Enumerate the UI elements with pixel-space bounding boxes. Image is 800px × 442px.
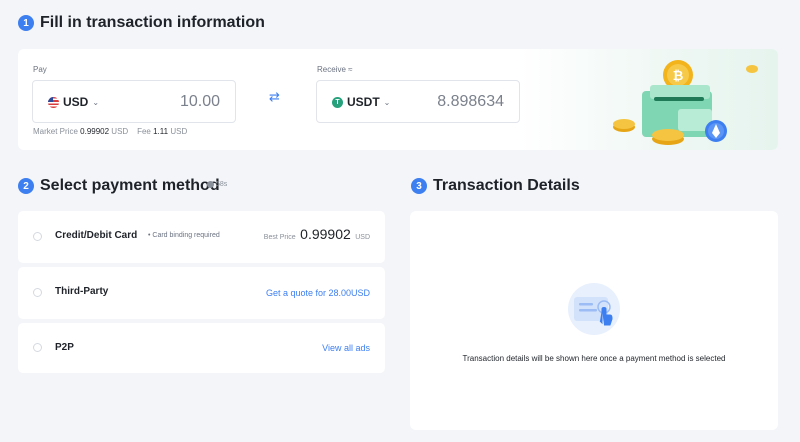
step-1-title: Fill in transaction information [40,14,265,31]
pay-amount-field[interactable]: USD ⌄ 10.00 [32,80,236,123]
usdt-icon: T [332,96,343,108]
pay-currency-code: USD [63,95,89,109]
receive-currency-selector[interactable]: T USDT ⌄ [332,95,390,109]
payment-option-card[interactable]: Credit/Debit Card • Card binding require… [18,211,385,263]
step-3-title: Transaction Details [433,177,580,194]
step-1-badge: 1 [18,15,34,31]
refresh-timer: 58s [207,181,227,188]
market-price-value: 0.99902 [80,127,110,136]
svg-text:₿: ₿ [673,69,684,84]
transaction-info-card: Pay USD ⌄ 10.00 Market Price 0.99902 USD… [18,49,778,150]
receive-amount: 8.898634 [437,93,504,110]
market-price-info: Market Price 0.99902 USD Fee 1.11 USD [33,127,188,136]
view-all-ads-link[interactable]: View all ads [322,343,370,353]
us-flag-icon [48,96,59,108]
card-radio[interactable] [33,232,42,241]
clock-icon [207,181,214,188]
tap-document-icon [568,283,620,335]
receive-currency-code: USDT [347,95,380,109]
step-3-badge: 3 [411,178,427,194]
crypto-piggybank-illustration: ₿ [613,60,758,145]
p2p-radio[interactable] [33,343,42,352]
pay-currency-selector[interactable]: USD ⌄ [48,95,99,109]
option-name: Third-Party [55,286,109,297]
pay-label: Pay [33,65,47,74]
payment-option-p2p[interactable]: P2P View all ads [18,323,385,373]
best-price-value: 0.99902 [300,226,351,242]
third-party-radio[interactable] [33,288,42,297]
fee-value: 1.11 [153,127,169,136]
payment-option-third-party[interactable]: Third-Party Get a quote for 28.00USD [18,267,385,319]
step-2-title: Select payment method [40,177,220,194]
pay-amount[interactable]: 10.00 [180,93,220,111]
chevron-down-icon: ⌄ [92,97,100,107]
receive-amount-field[interactable]: T USDT ⌄ 8.898634 [316,80,520,123]
option-name: Credit/Debit Card [55,230,138,241]
option-name: P2P [55,342,74,353]
transaction-details-card: Transaction details will be shown here o… [410,211,778,430]
swap-icon[interactable]: ⇄ [269,89,280,105]
best-price: Best Price 0.99902 USD [263,226,370,242]
card-binding-note: • Card binding required [148,232,220,239]
details-empty-message: Transaction details will be shown here o… [462,354,726,363]
receive-label: Receive ≈ [317,65,353,74]
chevron-down-icon: ⌄ [383,97,391,107]
step-2-badge: 2 [18,178,34,194]
get-quote-link[interactable]: Get a quote for 28.00USD [266,288,370,298]
